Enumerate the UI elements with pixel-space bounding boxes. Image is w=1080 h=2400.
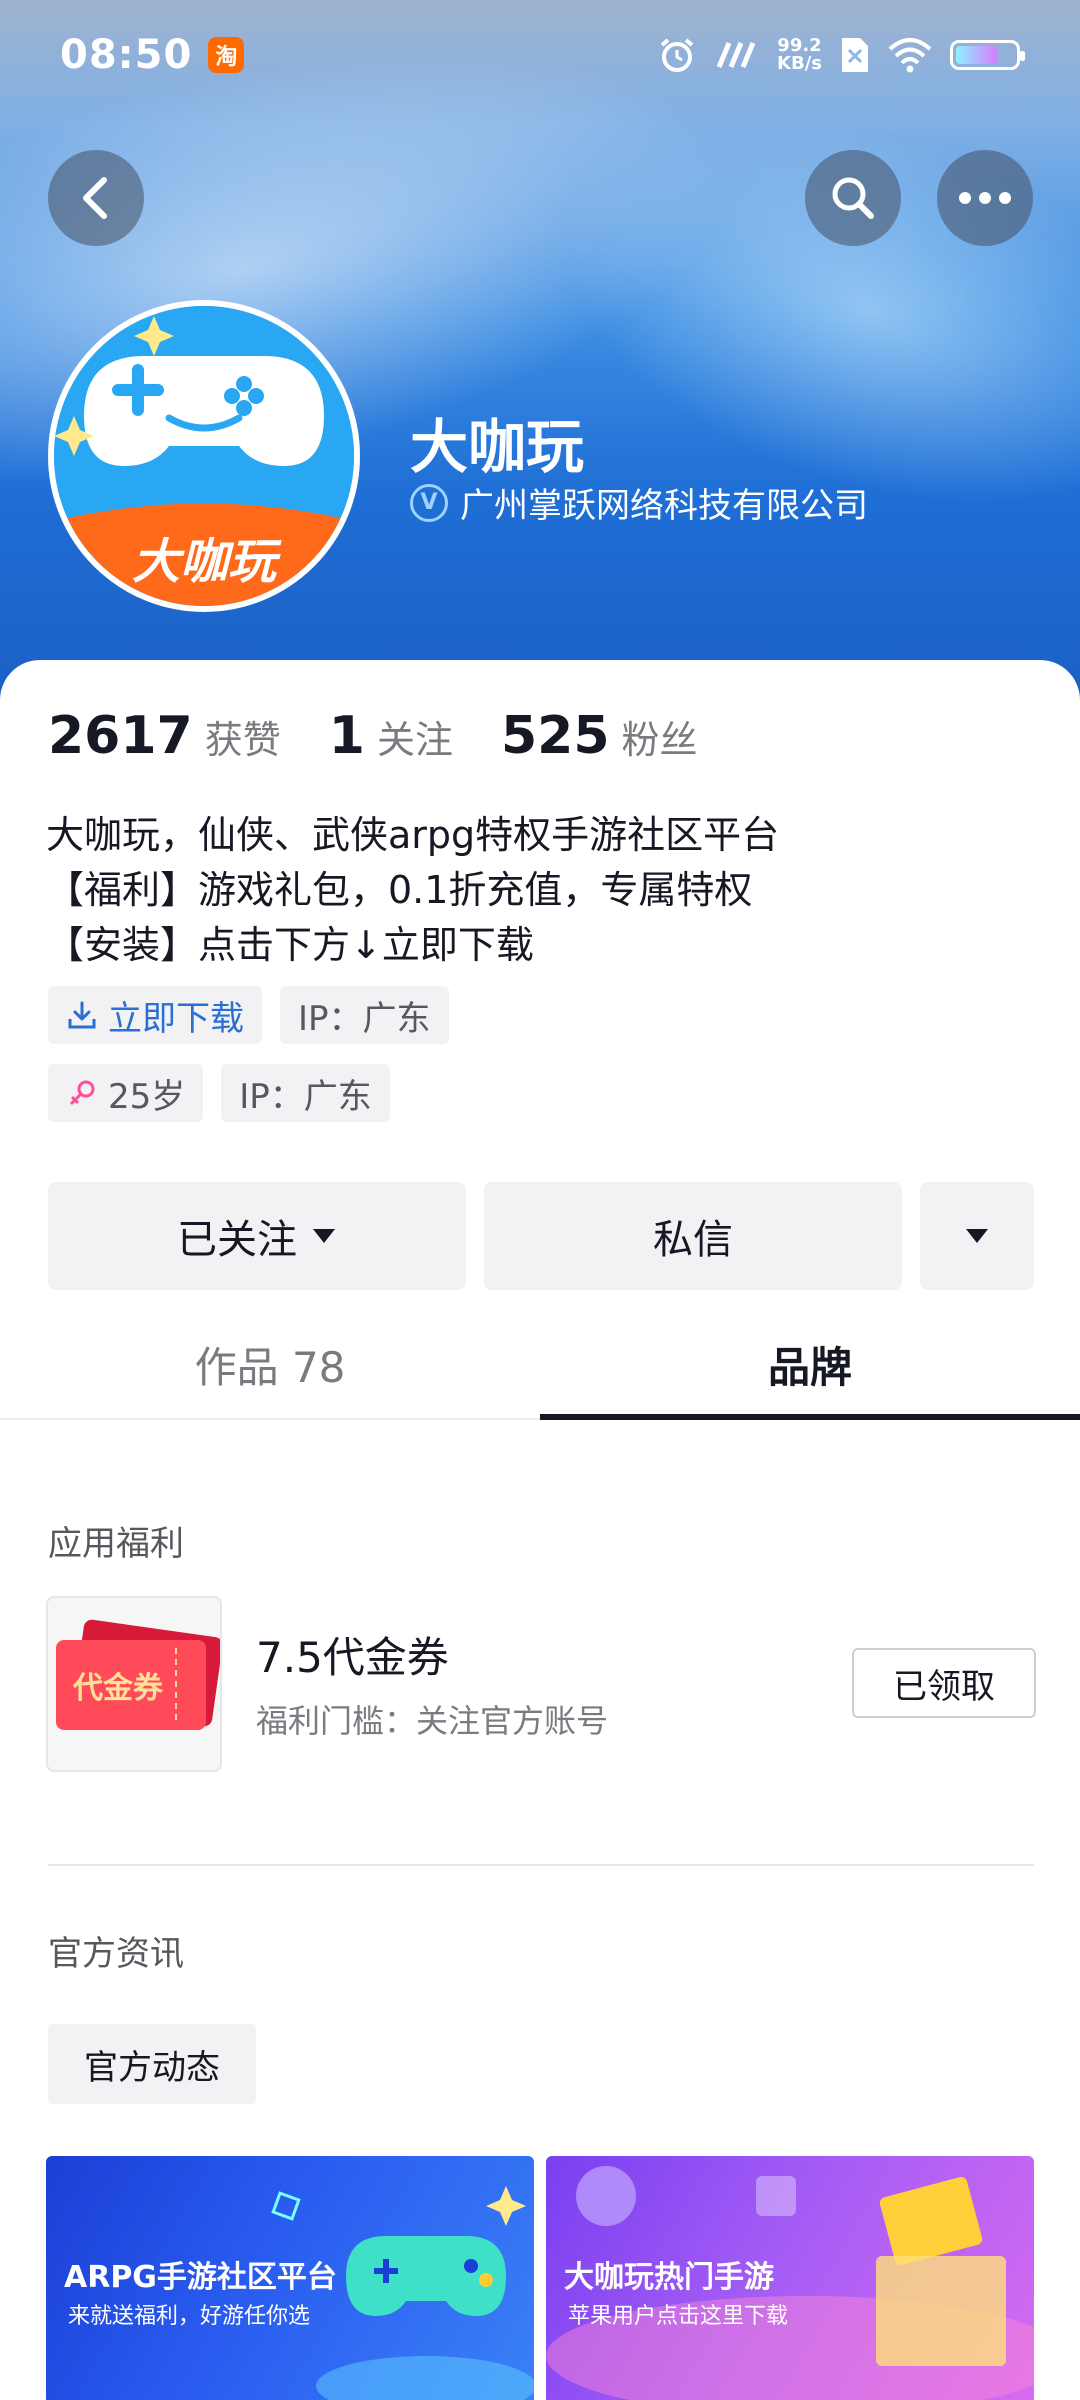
followed-button[interactable]: 已关注: [48, 1182, 466, 1290]
stat-label: 关注: [376, 718, 453, 762]
stat-followers[interactable]: 525 粉丝: [501, 706, 698, 766]
news-section-title: 官方资讯: [48, 1934, 184, 1974]
coupon-thumbnail: 代金券: [46, 1596, 222, 1772]
ip-location-label: IP：广东: [239, 1076, 372, 1117]
more-horizontal-icon: [959, 192, 1011, 204]
bio-line: 【福利】游戏礼包，0.1折充值，专属特权: [46, 868, 753, 912]
status-bar: 08:50 淘 99.2 KB/s: [0, 0, 1080, 110]
female-gender-icon: [69, 1080, 95, 1106]
alarm-icon: [660, 38, 694, 72]
message-label: 私信: [653, 1217, 733, 1263]
wifi-icon: [888, 38, 932, 73]
age-label: 25岁: [108, 1076, 186, 1117]
profile-bio: 大咖玩，仙侠、武侠arpg特权手游社区平台 【福利】游戏礼包，0.1折充值，专属…: [46, 808, 779, 973]
status-time: 08:50: [60, 32, 193, 78]
status-icons: 99.2 KB/s: [657, 35, 1025, 75]
download-tag[interactable]: 立即下载: [48, 986, 262, 1044]
battery-icon: [950, 40, 1025, 70]
download-icon: [68, 1001, 96, 1029]
stat-number: 525: [500, 706, 610, 766]
coupon-requirement: 福利门槛：关注官方账号: [256, 1702, 609, 1740]
official-news-chip[interactable]: 官方动态: [48, 2024, 256, 2104]
profile-tabs: 作品 78 品牌: [0, 1310, 1080, 1420]
more-actions-button[interactable]: [920, 1182, 1034, 1290]
stat-label: 粉丝: [621, 718, 698, 762]
ip-location-tag: IP：广东: [221, 1064, 390, 1122]
banner-arpg-community[interactable]: ARPG手游社区平台 来就送福利，好游任你选: [46, 2156, 534, 2400]
gamepad-logo-icon: 大咖玩: [54, 306, 354, 606]
profile-card: 2617 获赞 1 关注 525 粉丝 大咖玩，仙侠、武侠arpg特权手游社区平…: [0, 660, 1080, 2400]
more-options-button[interactable]: [937, 150, 1033, 246]
ip-location-tag: IP：广东: [280, 986, 449, 1044]
coupon-thumb-text: 代金券: [72, 1671, 164, 1706]
back-button[interactable]: [48, 150, 144, 246]
tag-row-primary: 立即下载 IP：广东: [48, 986, 449, 1044]
caret-down-icon: [966, 1229, 988, 1243]
download-label: 立即下载: [108, 998, 244, 1039]
coupon-title: 7.5代金券: [256, 1633, 449, 1682]
network-speed-unit: KB/s: [777, 53, 822, 74]
avatar-logo-text: 大咖玩: [132, 534, 282, 590]
stat-number: 1: [328, 706, 365, 766]
search-button[interactable]: [805, 150, 901, 246]
network-speed: 99.2 KB/s: [777, 37, 822, 73]
tab-works[interactable]: 作品 78: [0, 1310, 540, 1418]
profile-actions: 已关注 私信: [48, 1182, 1034, 1290]
search-icon: [832, 177, 874, 219]
stat-following[interactable]: 1 关注: [329, 706, 453, 766]
age-tag: 25岁: [48, 1064, 204, 1122]
signal-hd-icon: [716, 42, 756, 68]
tab-brand[interactable]: 品牌: [540, 1310, 1080, 1420]
verified-v-icon: V: [410, 483, 448, 522]
stat-number: 2617: [48, 706, 193, 766]
section-divider: [48, 1864, 1034, 1866]
banner-subtitle: 苹果用户点击这里下载: [568, 2304, 789, 2329]
message-button[interactable]: 私信: [484, 1182, 902, 1290]
taobao-notification-icon: 淘: [208, 37, 245, 73]
claimed-button[interactable]: 已领取: [852, 1648, 1036, 1718]
followed-label: 已关注: [177, 1217, 297, 1263]
chevron-left-icon: [83, 177, 107, 219]
ip-location-label: IP：广东: [298, 998, 431, 1039]
avatar[interactable]: 大咖玩: [48, 300, 360, 612]
profile-stats: 2617 获赞 1 关注 525 粉丝: [48, 706, 746, 766]
company-name: 广州掌跃网络科技有限公司: [460, 486, 868, 526]
banner-hot-games[interactable]: 大咖玩热门手游 苹果用户点击这里下载: [546, 2156, 1034, 2400]
benefits-section-title: 应用福利: [48, 1524, 184, 1564]
caret-down-icon: [313, 1229, 335, 1243]
coupon-ticket-icon: 代金券: [56, 1619, 220, 1730]
no-sim-icon: [842, 38, 868, 72]
banner-title: ARPG手游社区平台: [64, 2260, 337, 2295]
bio-line: 【安装】点击下方↓立即下载: [46, 923, 534, 967]
banner-subtitle: 来就送福利，好游任你选: [68, 2304, 311, 2329]
stat-likes[interactable]: 2617 获赞: [48, 706, 281, 766]
tag-row-secondary: 25岁 IP：广东: [48, 1064, 390, 1122]
coupon-benefit-item[interactable]: 代金券 7.5代金券 福利门槛：关注官方账号 已领取: [46, 1596, 1036, 1776]
stat-label: 获赞: [204, 718, 281, 762]
verified-company[interactable]: V 广州掌跃网络科技有限公司: [410, 478, 868, 527]
bio-line: 大咖玩，仙侠、武侠arpg特权手游社区平台: [46, 813, 780, 857]
profile-name: 大咖玩: [410, 413, 585, 481]
banner-title: 大咖玩热门手游: [564, 2260, 774, 2295]
